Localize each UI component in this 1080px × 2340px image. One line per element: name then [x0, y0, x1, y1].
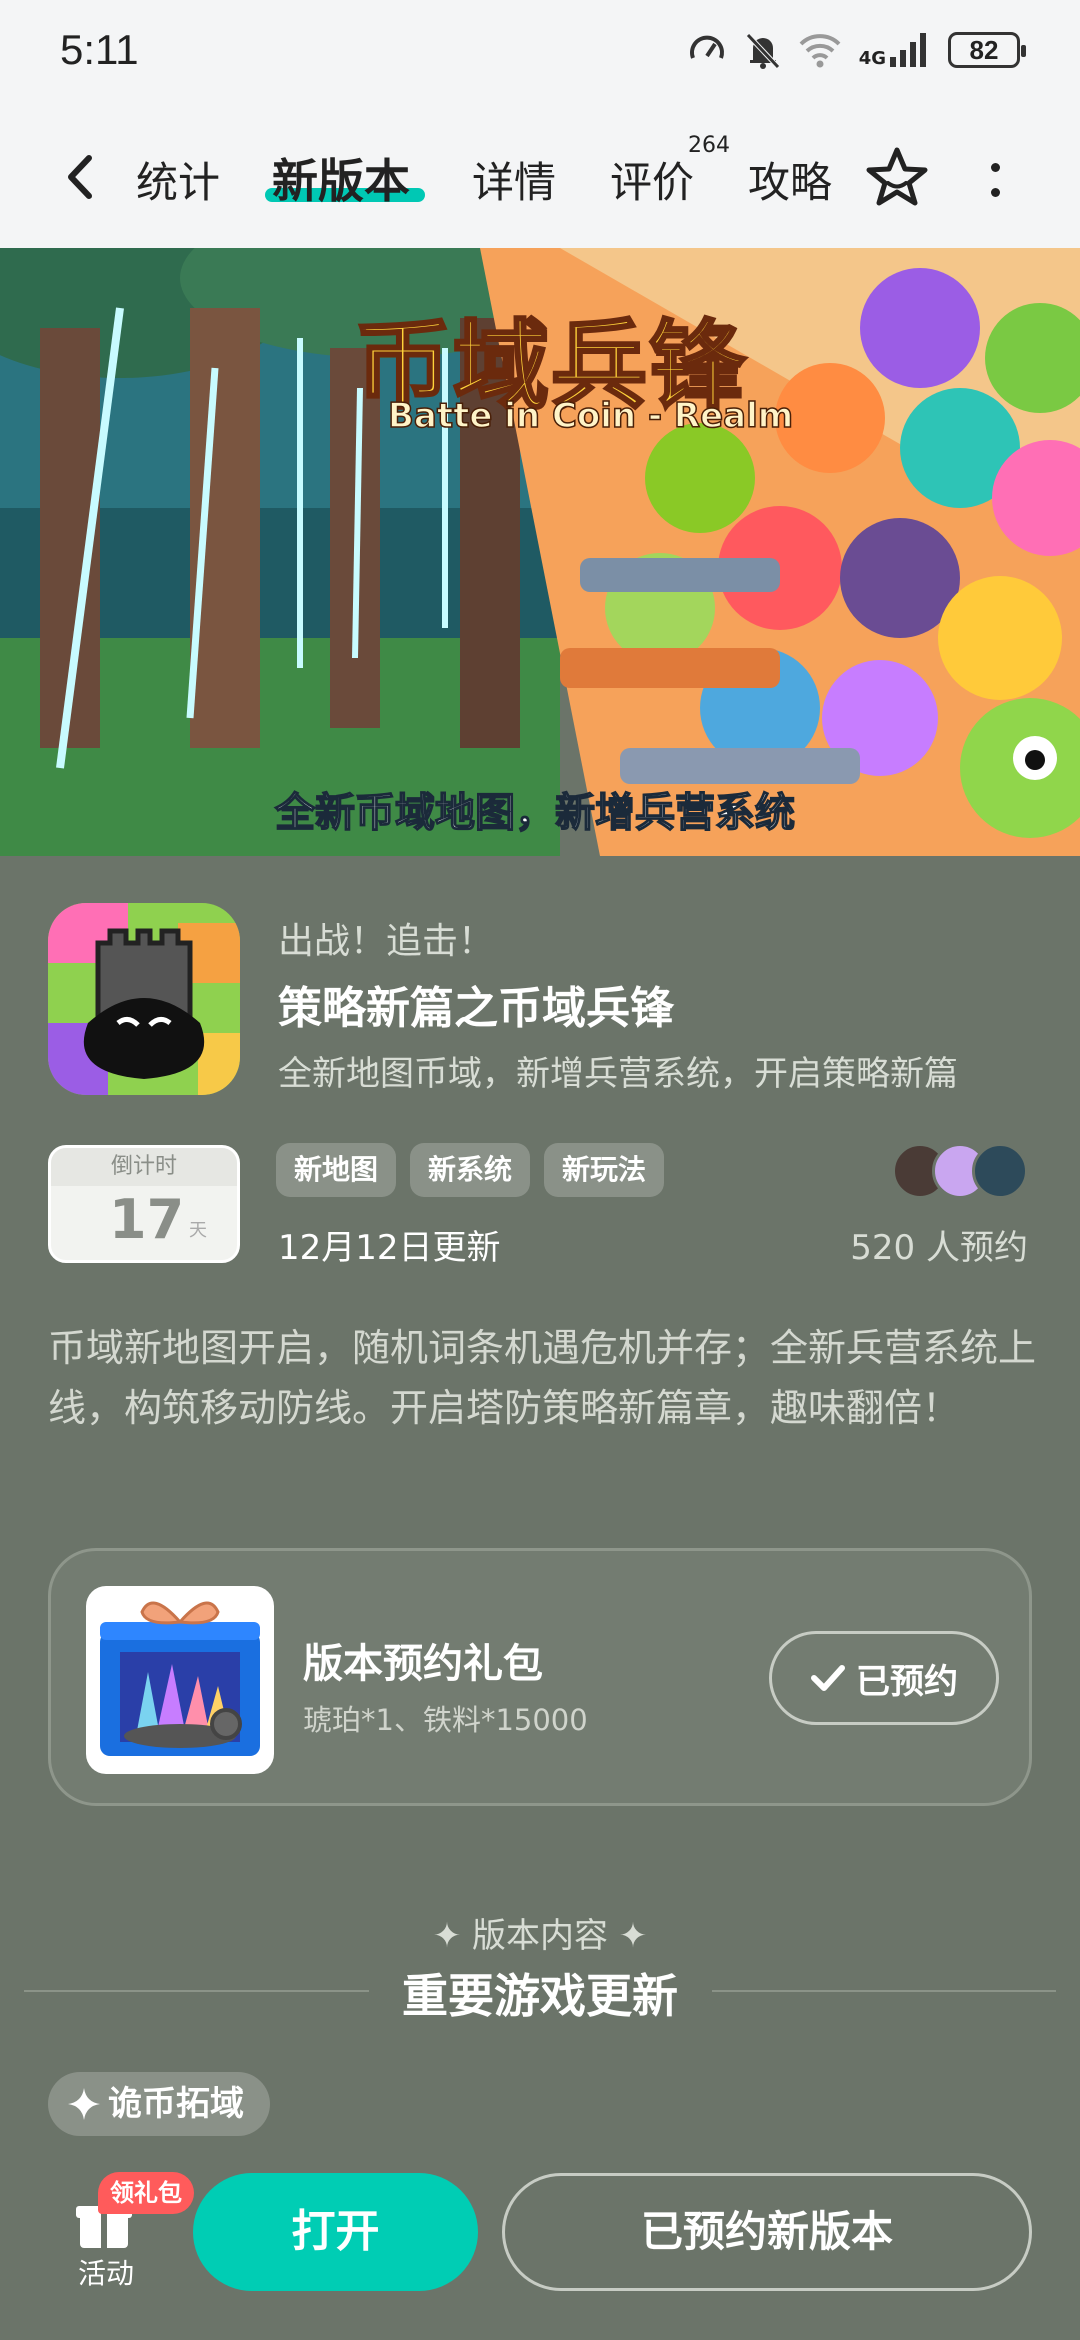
reserve-count: 520 人预约 — [850, 1228, 1028, 1268]
tag-new-system: 新系统 — [410, 1143, 531, 1197]
tab-guides[interactable]: 攻略 — [748, 149, 832, 210]
network-type-label: 4G — [858, 48, 886, 69]
signal-icon — [890, 33, 926, 67]
update-headline: 策略新篇之币域兵锋 — [278, 983, 674, 1034]
tab-new-version[interactable]: 新版本 — [272, 145, 410, 211]
game-app-icon[interactable] — [48, 903, 240, 1095]
section-title: 重要游戏更新 — [402, 1969, 678, 2023]
open-button[interactable]: 打开 — [193, 2173, 478, 2291]
star-icon — [866, 147, 928, 206]
speedometer-icon — [689, 35, 724, 59]
countdown-value: 17 — [109, 1188, 185, 1251]
wifi-icon — [799, 34, 841, 68]
more-menu-button[interactable] — [980, 155, 1010, 205]
reserved-button-label: 已预约 — [856, 1661, 958, 1702]
section-kicker: ✦ 版本内容 ✦ — [432, 1916, 648, 1956]
claim-gift-badge: 领礼包 — [98, 2172, 194, 2214]
status-bar: 5:11 4G 82 — [0, 0, 1080, 105]
update-subline: 全新地图币域，新增兵营系统，开启策略新篇 — [278, 1054, 958, 1094]
gift-box-icon — [86, 1586, 274, 1774]
banner-caption: 全新币域地图，新增兵营系统 — [274, 789, 796, 837]
tab-reviews[interactable]: 评价 — [610, 149, 694, 210]
checkmark-icon — [811, 1665, 845, 1691]
reserved-version-button[interactable]: 已预约新版本 — [502, 2173, 1032, 2291]
tower-icon — [48, 903, 240, 1095]
countdown-label: 倒计时 — [51, 1148, 237, 1186]
tab-details[interactable]: 详情 — [472, 149, 556, 210]
reserver-avatars — [892, 1143, 1032, 1199]
countdown-calendar: 倒计时 17 天 — [48, 1145, 240, 1263]
content-chip[interactable]: 诡币拓域 — [48, 2072, 270, 2136]
content-chip-label: 诡币拓域 — [108, 2084, 244, 2124]
battery-icon: 82 — [948, 32, 1026, 68]
update-date: 12月12日更新 — [278, 1228, 501, 1268]
gift-title: 版本预约礼包 — [303, 1641, 543, 1687]
status-icons: 4G 82 — [687, 30, 1026, 70]
version-banner[interactable]: 币域兵锋 Batte in Coin - Realm 全新币域地图，新增兵营系统 — [0, 248, 1080, 856]
reservation-gift-card: 版本预约礼包 琥珀*1、铁料*15000 已预约 — [48, 1548, 1032, 1806]
gift-items: 琥珀*1、铁料*15000 — [303, 1703, 588, 1737]
favorite-button[interactable] — [864, 145, 930, 211]
update-kicker: 出战！追击！ — [278, 921, 495, 962]
reviews-count-badge: 264 — [688, 133, 730, 158]
mute-bell-icon — [745, 33, 780, 69]
countdown-unit: 天 — [189, 1220, 207, 1241]
activity-label: 活动 — [78, 2257, 135, 2290]
reserved-button[interactable]: 已预约 — [769, 1631, 999, 1725]
sparkle-icon — [68, 2088, 100, 2120]
avatar — [972, 1143, 1028, 1199]
tag-new-map: 新地图 — [276, 1143, 397, 1197]
chevron-left-icon — [68, 155, 92, 199]
status-time: 5:11 — [60, 26, 139, 73]
feature-tags: 新地图 新系统 新玩法 — [276, 1143, 665, 1197]
banner-subtitle: Batte in Coin - Realm — [387, 395, 794, 437]
top-nav: 统计 新版本 详情 评价 264 攻略 — [0, 105, 1080, 248]
tab-stats[interactable]: 统计 — [136, 149, 220, 210]
update-description: 币域新地图开启，随机词条机遇危机并存；全新兵营系统上线，构筑移动防线。开启塔防策… — [48, 1326, 1037, 1430]
back-button[interactable] — [55, 147, 105, 207]
tag-new-gameplay: 新玩法 — [544, 1143, 665, 1197]
